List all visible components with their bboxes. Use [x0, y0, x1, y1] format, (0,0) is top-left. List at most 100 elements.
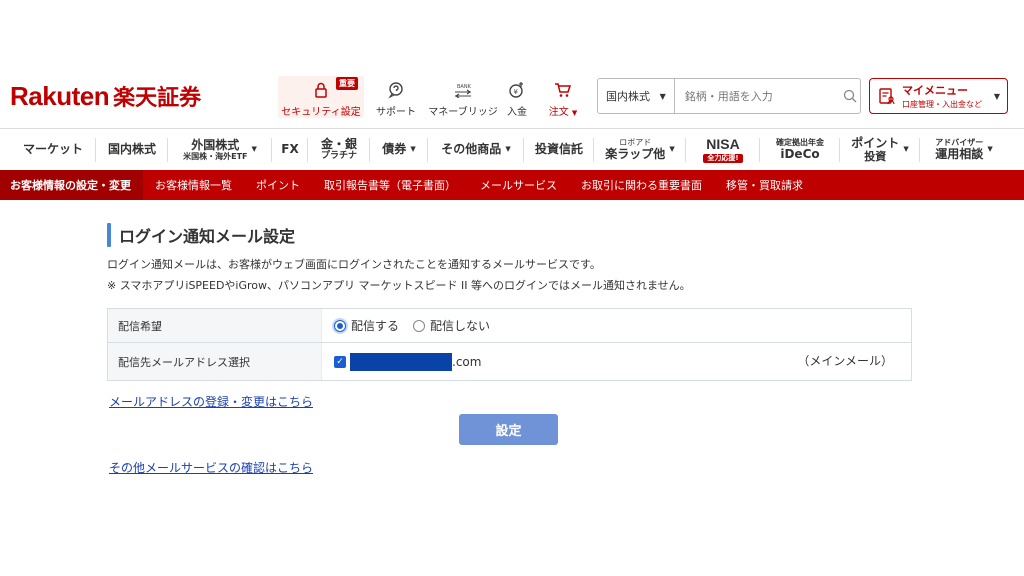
title-accent-bar	[107, 223, 111, 247]
radio-deliver-label: 配信する	[351, 319, 400, 333]
logo-text-jp: 楽天証券	[113, 86, 202, 111]
nav-label: 金・銀	[320, 136, 357, 151]
save-button[interactable]: 設定	[459, 414, 558, 445]
my-menu-subtitle: 口座管理・入出金など	[902, 100, 982, 109]
nav-label: NISA	[706, 136, 740, 153]
register-email-link[interactable]: メールアドレスの登録・変更はこちら	[109, 393, 912, 410]
subnav-item-trade-reports[interactable]: 取引報告書等（電子書面）	[312, 170, 468, 200]
deposit-button[interactable]: ¥ 入金	[502, 76, 532, 118]
nav-mutual-funds[interactable]: 投資信託	[524, 129, 594, 170]
account-document-icon	[878, 87, 896, 105]
symbol-search: 国内株式 ▼	[597, 78, 861, 114]
nav-sublabel: 投資	[864, 150, 887, 164]
my-menu-button[interactable]: マイメニュー 口座管理・入出金など ▼	[869, 78, 1008, 114]
deposit-coin-icon: ¥	[507, 80, 527, 100]
page-title: ログイン通知メール設定	[107, 222, 912, 248]
nav-fx[interactable]: FX	[272, 129, 308, 170]
nav-label: ポイント	[851, 135, 900, 150]
deposit-label: 入金	[507, 107, 527, 118]
search-category-select[interactable]: 国内株式 ▼	[598, 79, 675, 113]
nav-domestic-stocks[interactable]: 国内株式	[96, 129, 168, 170]
nav-label: 楽ラップ他	[605, 147, 666, 162]
chevron-down-icon: ▼	[505, 145, 511, 154]
money-bridge-button[interactable]: BANK マネーブリッジ	[428, 76, 498, 118]
search-icon[interactable]	[840, 89, 860, 103]
nav-advisor-consult[interactable]: アドバイザー 運用相談 ▼	[920, 129, 1008, 170]
page-title-text: ログイン通知メール設定	[119, 227, 296, 246]
nav-market[interactable]: マーケット	[10, 129, 96, 170]
nav-sublabel: アドバイザー	[935, 137, 984, 147]
svg-text:BANK: BANK	[457, 84, 472, 90]
subnav-item-points[interactable]: ポイント	[244, 170, 312, 200]
main-content: ログイン通知メール設定 ログイン通知メールは、お客様がウェブ画面にログインされた…	[107, 222, 912, 476]
security-settings-button[interactable]: 重要 セキュリティ設定	[278, 76, 364, 118]
bank-transfer-icon: BANK	[453, 80, 473, 100]
logo-text-en: Rakuten	[10, 81, 110, 111]
my-menu-title: マイメニュー	[902, 84, 968, 97]
nav-sublabel: プラチナ	[320, 151, 357, 162]
description-line-1: ログイン通知メールは、お客様がウェブ画面にログインされたことを通知するメールサー…	[107, 258, 601, 271]
search-input[interactable]	[674, 79, 840, 113]
nav-sublabel: 米国株・海外ETF	[183, 151, 248, 161]
email-address-label: 配信先メールアドレス選択	[108, 343, 322, 380]
subnav-item-mail-service[interactable]: メールサービス	[468, 170, 569, 200]
support-button[interactable]: サポート	[372, 76, 420, 118]
bridge-label: マネーブリッジ	[428, 107, 498, 118]
nav-label: マーケット	[22, 142, 83, 157]
important-badge: 重要	[336, 77, 358, 90]
description: ログイン通知メールは、お客様がウェブ画面にログインされたことを通知するメールサー…	[107, 254, 912, 296]
radio-deliver[interactable]: 配信する	[334, 317, 399, 334]
nav-nisa[interactable]: NISA 全力応援!	[686, 129, 760, 170]
subnav-item-account-settings[interactable]: お客様情報の設定・変更	[0, 170, 143, 200]
search-category-value: 国内株式	[606, 90, 650, 103]
nav-label: iDeCo	[780, 147, 820, 162]
site-header: Rakuten 楽天証券 重要 セキュリティ設定 サポート BANK マネーブリ…	[0, 72, 1024, 126]
nav-label: 投資信託	[534, 142, 583, 157]
email-checkbox[interactable]: ✓	[334, 355, 346, 368]
delivery-preference-label: 配信希望	[108, 309, 322, 342]
chevron-down-icon: ▼	[251, 145, 257, 154]
nav-point-investing[interactable]: ポイント 投資 ▼	[840, 129, 920, 170]
main-nav: マーケット 国内株式 外国株式 米国株・海外ETF ▼ FX 金・銀 プラチナ 債券…	[0, 128, 1024, 170]
nav-robo-advisor[interactable]: ロボアド 楽ラップ他 ▼	[594, 129, 686, 170]
nav-bonds[interactable]: 債券 ▼	[370, 129, 428, 170]
rakuten-logo[interactable]: Rakuten 楽天証券	[10, 80, 201, 114]
nav-gold-silver[interactable]: 金・銀 プラチナ	[308, 129, 370, 170]
subnav-item-important-docs[interactable]: お取引に関わる重要書面	[569, 170, 714, 200]
email-domain: .com	[452, 354, 482, 369]
radio-unselected-icon	[413, 319, 426, 332]
order-button[interactable]: 注文 ▼	[540, 76, 586, 118]
radio-no-deliver[interactable]: 配信しない	[413, 317, 490, 334]
order-label: 注文 ▼	[549, 103, 578, 118]
nav-foreign-stocks[interactable]: 外国株式 米国株・海外ETF ▼	[168, 129, 272, 170]
nav-label: 債券	[382, 142, 407, 157]
email-address-row: 配信先メールアドレス選択 ✓ .com （メインメール）	[108, 343, 911, 380]
subnav-item-account-info[interactable]: お客様情報一覧	[143, 170, 244, 200]
security-label: セキュリティ設定	[281, 107, 361, 118]
chevron-down-icon: ▼	[659, 91, 666, 101]
subnav-item-transfer[interactable]: 移管・買取請求	[714, 170, 815, 200]
lock-icon	[311, 80, 331, 100]
nav-label: 外国株式	[191, 137, 240, 152]
nav-label: 国内株式	[107, 142, 156, 157]
delivery-preference-row: 配信希望 配信する 配信しない	[108, 309, 911, 343]
settings-table: 配信希望 配信する 配信しない 配信先メールアドレス選択 ✓ .com （メイン…	[107, 308, 912, 381]
nisa-promo-badge: 全力応援!	[703, 154, 743, 163]
nav-label: 運用相談	[935, 147, 984, 162]
chevron-down-icon: ▼	[669, 145, 675, 154]
cart-icon	[553, 80, 573, 100]
svg-text:¥: ¥	[514, 88, 519, 96]
redacted-email	[350, 352, 452, 371]
nav-sublabel: 確定拠出年金	[776, 137, 824, 147]
order-label-text: 注文	[548, 107, 569, 118]
support-label: サポート	[376, 107, 416, 118]
chevron-down-icon: ▼	[903, 145, 909, 154]
nav-label: FX	[281, 142, 299, 157]
nav-ideco[interactable]: 確定拠出年金 iDeCo	[760, 129, 840, 170]
nav-other-products[interactable]: その他商品 ▼	[428, 129, 524, 170]
radio-no-deliver-label: 配信しない	[430, 319, 491, 333]
radio-selected-icon	[334, 319, 346, 332]
email-type: （メインメール）	[797, 354, 893, 368]
other-mail-services-link[interactable]: その他メールサービスの確認はこちら	[109, 459, 912, 476]
description-line-2: ※ スマホアプリiSPEEDやiGrow、パソコンアプリ マーケットスピード I…	[107, 279, 691, 292]
